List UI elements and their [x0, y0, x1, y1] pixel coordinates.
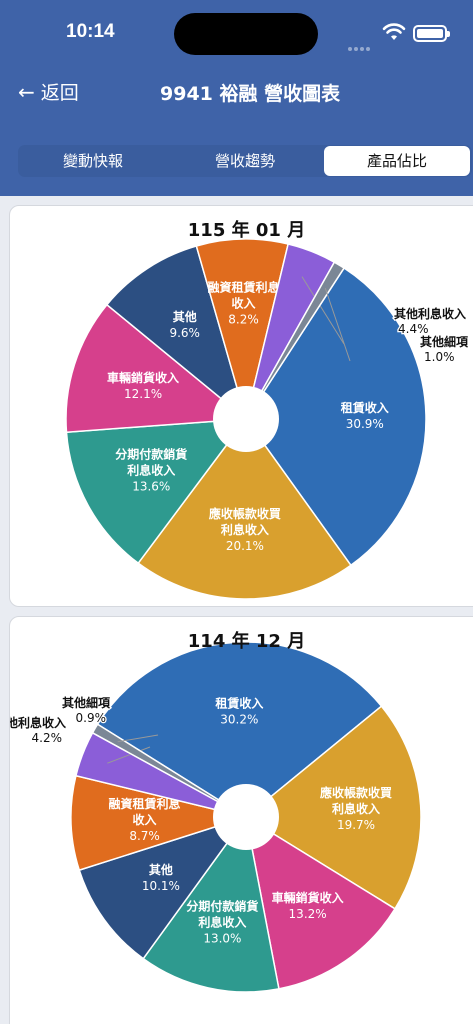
tab-product-share[interactable]: 產品佔比 — [324, 146, 470, 176]
back-label: 返回 — [40, 82, 79, 104]
slice-value-label: 4.2% — [32, 731, 63, 745]
battery-icon — [413, 25, 450, 42]
wifi-icon — [382, 23, 406, 40]
slice-value-label: 13.2% — [289, 907, 327, 921]
slice-label: 分期付款銷貨 — [115, 446, 187, 461]
slice-value-label: 8.2% — [228, 312, 259, 326]
slice-value-label: 4.4% — [398, 322, 429, 336]
pie-chart-previous: 租賃收入30.2%應收帳款收買利息收入19.7%車輛銷貨收入13.2%分期付款銷… — [0, 641, 422, 993]
page-title: 9941 裕融 營收圖表 — [160, 83, 341, 105]
dynamic-island — [174, 13, 318, 55]
slice-value-label: 0.9% — [76, 711, 107, 725]
slice-value-label: 12.1% — [124, 387, 162, 401]
chart-title-previous: 114 年 12 月 — [187, 631, 306, 652]
slice-label: 分期付款銷貨 — [186, 898, 258, 913]
slice-label: 利息收入 — [221, 522, 269, 537]
slice-label: 應收帳款收買 — [209, 506, 281, 521]
slice-label: 利息收入 — [332, 801, 380, 816]
slice-label: 利息收入 — [198, 914, 246, 929]
slice-value-label: 19.7% — [337, 818, 375, 832]
slice-label: 車輛銷貨收入 — [272, 890, 344, 905]
slice-value-label: 30.2% — [220, 713, 258, 727]
slice-value-label: 30.9% — [346, 417, 384, 431]
slice-label: 融資租賃利息 — [208, 279, 280, 294]
slice-label: 利息收入 — [127, 462, 175, 477]
segmented-tabs: 變動快報 營收趨勢 產品佔比 — [18, 145, 472, 177]
slice-label: 其他利息收入 — [10, 715, 66, 730]
slice-value-label: 13.6% — [132, 479, 170, 493]
slice-value-label: 10.1% — [142, 879, 180, 893]
pie-chart-current: 租賃收入30.9%應收帳款收買利息收入20.1%分期付款銷貨利息收入13.6%車… — [65, 238, 470, 600]
status-time: 10:14 — [66, 21, 115, 42]
back-arrow-icon: ← — [18, 79, 35, 104]
slice-label: 其他利息收入 — [394, 306, 466, 321]
slice-value-label: 13.0% — [203, 931, 241, 945]
slice-label: 其他細項 — [62, 695, 111, 710]
tab-change-report[interactable]: 變動快報 — [18, 145, 168, 177]
slice-label: 其他細項 — [420, 334, 469, 349]
slice-label: 收入 — [133, 812, 157, 827]
slice-label: 租賃收入 — [215, 696, 263, 711]
slice-label: 其他 — [173, 309, 197, 324]
back-button[interactable]: ← 返回 — [18, 78, 79, 105]
chart-title-current: 115 年 01 月 — [187, 220, 306, 241]
slice-label: 車輛銷貨收入 — [107, 370, 179, 385]
slice-label: 收入 — [232, 295, 256, 310]
slice-value-label: 9.6% — [169, 326, 200, 340]
slice-value-label: 20.1% — [226, 539, 264, 553]
tab-revenue-trend[interactable]: 營收趨勢 — [168, 145, 322, 177]
donut-hole — [213, 784, 279, 850]
slice-label: 租賃收入 — [341, 400, 389, 415]
slice-value-label: 8.7% — [129, 829, 160, 843]
signal-icon — [348, 36, 374, 51]
chart-card-current: 115 年 01 月 租賃收入 30.9% 應收帳款收買 利息收入 20.1% 分期付款銷… — [9, 205, 473, 607]
slice-label: 應收帳款收買 — [320, 785, 392, 800]
chart-card-previous: 114 年 12 月 租賃收入 30.2% 應收帳款收買 利息收入 19.7% 車輛銷貨收… — [0, 616, 473, 1024]
app-header: 10:14 ← 返回 9941 裕融 營收圖表 變動快報 營收趨勢 產品佔比 — [0, 0, 473, 196]
slice-label: 其他 — [149, 862, 173, 877]
slice-value-label: 1.0% — [424, 350, 455, 364]
donut-hole — [213, 386, 279, 452]
